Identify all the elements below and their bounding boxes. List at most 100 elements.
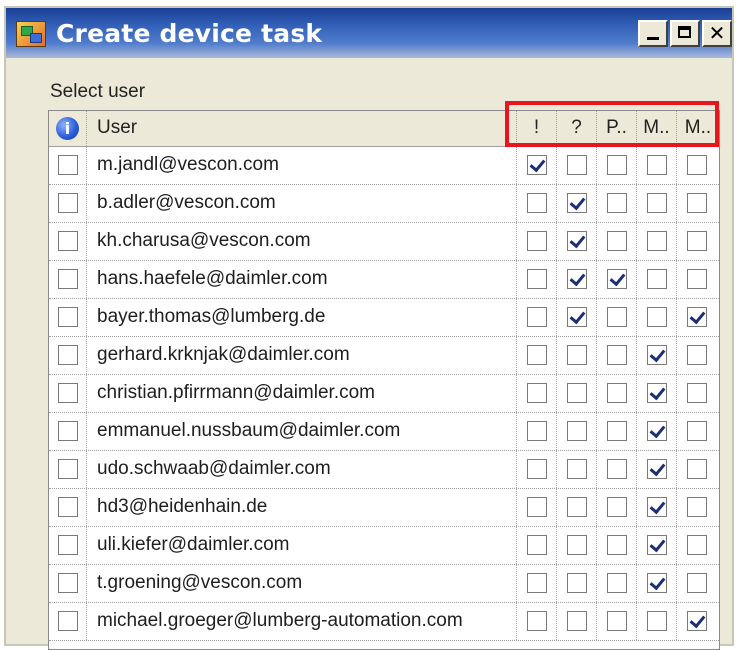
row-select-checkbox[interactable] xyxy=(58,497,78,517)
flag-checkbox[interactable] xyxy=(607,383,627,403)
column-header-p[interactable]: P.. xyxy=(597,111,637,146)
column-header-m1[interactable]: M.. xyxy=(637,111,677,146)
close-button[interactable]: ✕ xyxy=(702,20,732,47)
row-select-checkbox[interactable] xyxy=(58,573,78,593)
flag-checkbox[interactable] xyxy=(527,193,547,213)
row-select-checkbox[interactable] xyxy=(58,193,78,213)
flag-checkbox[interactable] xyxy=(647,535,667,555)
flag-checkbox[interactable] xyxy=(687,573,707,593)
flag-checkbox[interactable] xyxy=(527,307,547,327)
row-select-checkbox[interactable] xyxy=(58,345,78,365)
flag-checkbox[interactable] xyxy=(687,231,707,251)
table-row[interactable]: gerhard.krknjak@daimler.com xyxy=(49,337,719,375)
flag-checkbox[interactable] xyxy=(687,421,707,441)
flag-checkbox[interactable] xyxy=(567,497,587,517)
flag-checkbox[interactable] xyxy=(527,155,547,175)
row-select-checkbox[interactable] xyxy=(58,307,78,327)
flag-checkbox[interactable] xyxy=(567,573,587,593)
flag-checkbox[interactable] xyxy=(527,497,547,517)
table-row[interactable]: christian.pfirrmann@daimler.com xyxy=(49,375,719,413)
flag-checkbox[interactable] xyxy=(527,459,547,479)
flag-checkbox[interactable] xyxy=(647,383,667,403)
row-select-checkbox[interactable] xyxy=(58,535,78,555)
flag-checkbox[interactable] xyxy=(687,611,707,631)
flag-checkbox[interactable] xyxy=(647,307,667,327)
flag-checkbox[interactable] xyxy=(607,459,627,479)
flag-checkbox[interactable] xyxy=(527,231,547,251)
flag-checkbox[interactable] xyxy=(607,497,627,517)
table-row[interactable]: udo.schwaab@daimler.com xyxy=(49,451,719,489)
row-select-checkbox[interactable] xyxy=(58,421,78,441)
column-header-exclamation[interactable]: ! xyxy=(517,111,557,146)
table-row[interactable]: michael.groeger@lumberg-automation.com xyxy=(49,603,719,641)
table-row[interactable]: uli.kiefer@daimler.com xyxy=(49,527,719,565)
flag-checkbox[interactable] xyxy=(567,383,587,403)
flag-checkbox[interactable] xyxy=(647,345,667,365)
flag-checkbox[interactable] xyxy=(647,497,667,517)
flag-checkbox[interactable] xyxy=(647,611,667,631)
flag-checkbox[interactable] xyxy=(647,193,667,213)
flag-checkbox[interactable] xyxy=(567,345,587,365)
row-select-checkbox[interactable] xyxy=(58,459,78,479)
flag-checkbox[interactable] xyxy=(647,421,667,441)
flag-checkbox[interactable] xyxy=(607,345,627,365)
flag-checkbox[interactable] xyxy=(687,459,707,479)
flag-checkbox[interactable] xyxy=(567,269,587,289)
flag-checkbox[interactable] xyxy=(687,155,707,175)
table-row[interactable]: emmanuel.nussbaum@daimler.com xyxy=(49,413,719,451)
flag-checkbox[interactable] xyxy=(607,231,627,251)
flag-checkbox[interactable] xyxy=(607,307,627,327)
table-row[interactable]: kh.charusa@vescon.com xyxy=(49,223,719,261)
flag-checkbox[interactable] xyxy=(687,345,707,365)
flag-checkbox[interactable] xyxy=(527,611,547,631)
column-header-question[interactable]: ? xyxy=(557,111,597,146)
row-select-checkbox[interactable] xyxy=(58,383,78,403)
maximize-button[interactable] xyxy=(670,20,700,47)
flag-checkbox[interactable] xyxy=(687,535,707,555)
flag-checkbox[interactable] xyxy=(527,345,547,365)
flag-checkbox[interactable] xyxy=(687,383,707,403)
row-select-checkbox[interactable] xyxy=(58,155,78,175)
flag-checkbox[interactable] xyxy=(647,573,667,593)
column-header-m2[interactable]: M.. xyxy=(677,111,719,146)
table-row[interactable]: b.adler@vescon.com xyxy=(49,185,719,223)
flag-checkbox[interactable] xyxy=(607,269,627,289)
flag-checkbox[interactable] xyxy=(687,193,707,213)
flag-checkbox[interactable] xyxy=(567,535,587,555)
flag-checkbox[interactable] xyxy=(607,421,627,441)
table-row[interactable]: hans.haefele@daimler.com xyxy=(49,261,719,299)
flag-checkbox[interactable] xyxy=(567,421,587,441)
table-row[interactable]: hd3@heidenhain.de xyxy=(49,489,719,527)
flag-checkbox[interactable] xyxy=(687,497,707,517)
title-bar[interactable]: Create device task ✕ xyxy=(6,8,732,58)
column-header-user[interactable]: User xyxy=(87,111,517,146)
flag-checkbox[interactable] xyxy=(527,535,547,555)
flag-checkbox[interactable] xyxy=(607,535,627,555)
row-select-checkbox[interactable] xyxy=(58,231,78,251)
flag-checkbox[interactable] xyxy=(527,269,547,289)
flag-checkbox[interactable] xyxy=(647,459,667,479)
flag-checkbox[interactable] xyxy=(567,307,587,327)
flag-checkbox[interactable] xyxy=(567,611,587,631)
flag-checkbox[interactable] xyxy=(527,573,547,593)
flag-checkbox[interactable] xyxy=(687,307,707,327)
row-select-checkbox[interactable] xyxy=(58,611,78,631)
table-row[interactable]: m.jandl@vescon.com xyxy=(49,147,719,185)
flag-checkbox[interactable] xyxy=(567,193,587,213)
flag-checkbox[interactable] xyxy=(607,155,627,175)
flag-checkbox[interactable] xyxy=(687,269,707,289)
flag-checkbox[interactable] xyxy=(607,573,627,593)
minimize-button[interactable] xyxy=(638,20,668,47)
row-select-checkbox[interactable] xyxy=(58,269,78,289)
flag-checkbox[interactable] xyxy=(527,421,547,441)
flag-checkbox[interactable] xyxy=(647,269,667,289)
flag-checkbox[interactable] xyxy=(647,155,667,175)
flag-checkbox[interactable] xyxy=(567,155,587,175)
table-row[interactable]: t.groening@vescon.com xyxy=(49,565,719,603)
flag-checkbox[interactable] xyxy=(567,231,587,251)
flag-checkbox[interactable] xyxy=(607,611,627,631)
table-row[interactable]: bayer.thomas@lumberg.de xyxy=(49,299,719,337)
flag-checkbox[interactable] xyxy=(527,383,547,403)
flag-checkbox[interactable] xyxy=(567,459,587,479)
flag-checkbox[interactable] xyxy=(647,231,667,251)
